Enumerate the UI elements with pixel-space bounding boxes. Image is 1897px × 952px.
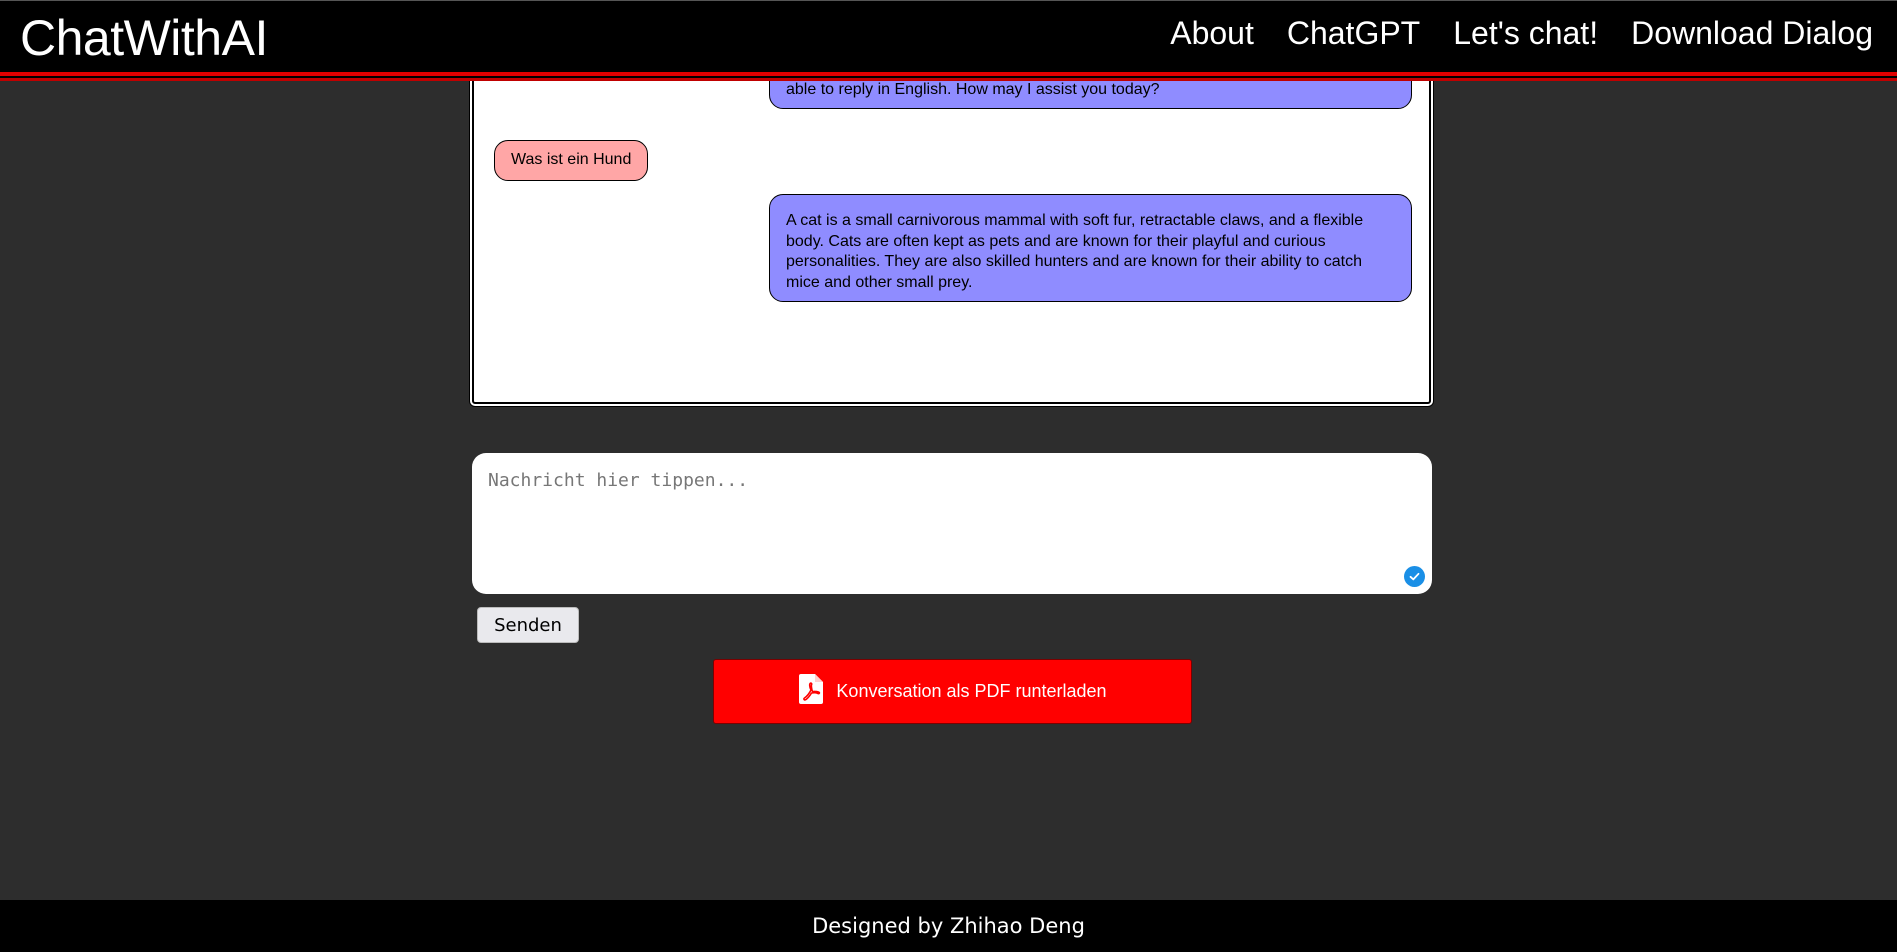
chat-log[interactable]: As an AI language model designed to supp… [472,60,1431,404]
download-pdf-button[interactable]: Konversation als PDF runterladen [713,659,1192,724]
message-input-container [472,453,1432,594]
download-pdf-label: Konversation als PDF runterladen [836,681,1107,701]
top-navbar: ChatWithAI About ChatGPT Let's chat! Dow… [0,0,1897,81]
send-button[interactable]: Senden [477,607,579,643]
header-divider-second [0,78,1897,81]
user-message: Was ist ein Hund [494,140,649,181]
nav-chatgpt[interactable]: ChatGPT [1287,15,1420,52]
message-input[interactable] [472,453,1432,594]
spellcheck-icon[interactable] [1404,566,1425,587]
nav-about[interactable]: About [1170,15,1254,52]
footer: Designed by Zhihao Deng [0,900,1897,952]
footer-credit: Designed by Zhihao Deng [812,914,1085,938]
pdf-file-icon [798,673,824,710]
nav-download-dialog[interactable]: Download Dialog [1631,15,1873,52]
nav-lets-chat[interactable]: Let's chat! [1453,15,1598,52]
site-logo[interactable]: ChatWithAI [20,9,268,67]
ai-message: A cat is a small carnivorous mammal with… [769,194,1412,302]
main-nav: About ChatGPT Let's chat! Download Dialo… [1170,15,1873,52]
